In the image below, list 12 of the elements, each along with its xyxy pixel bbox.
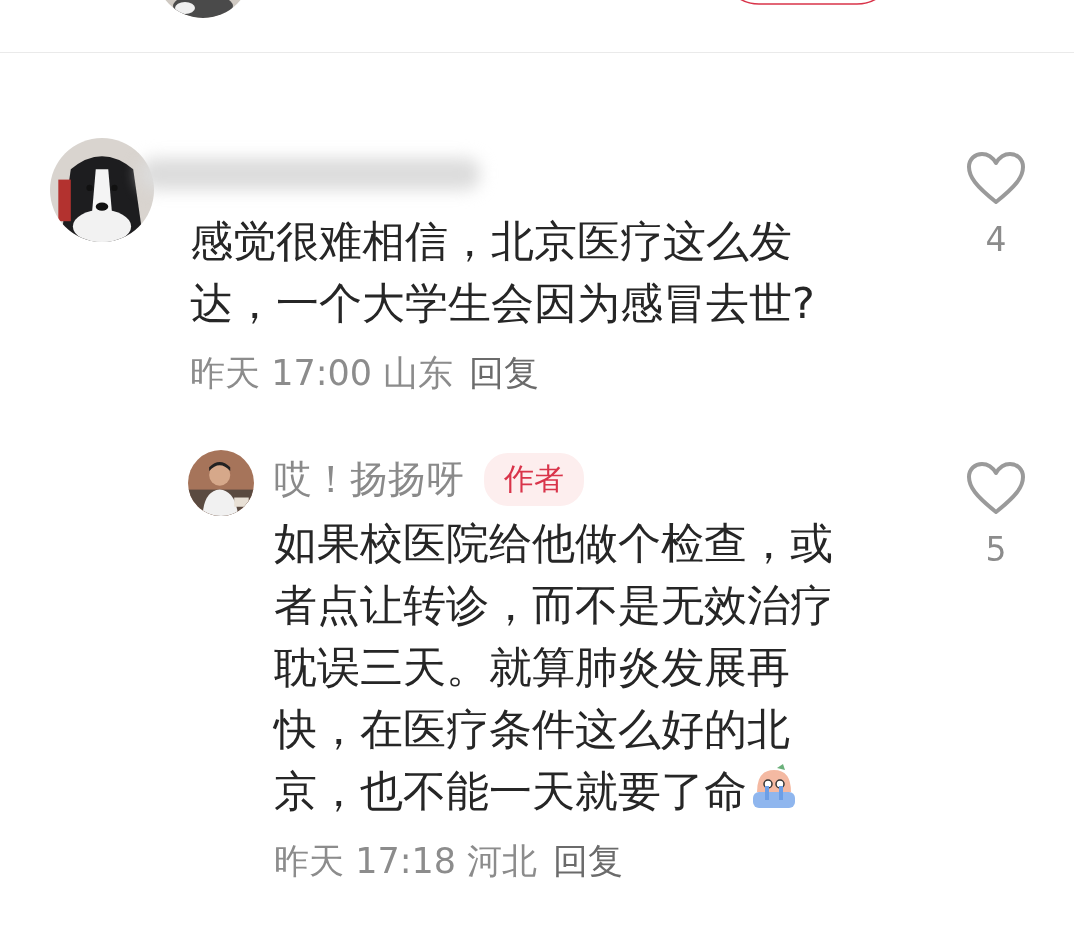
heart-icon[interactable] [966,462,1026,516]
reply-link[interactable]: 回复 [553,830,624,892]
author-badge: 作者 [484,452,584,506]
reply-link[interactable]: 回复 [469,342,540,404]
comment-meta: 昨天 17:00 山东 [190,352,454,395]
comment-text: 感觉很难相信，北京医疗这么发达，一个大学生会因为感冒去世? [190,215,815,330]
reply-meta: 昨天 17:18 河北 [274,840,538,883]
heart-icon[interactable] [966,152,1026,206]
reply-text: 如果校医院给他做个检查，或者点让转诊，而不是无效治疗耽误三天。就算肺炎发展再快，在医疗条件这么好的北京，也不能一天就要了命 [274,517,834,818]
like-count: 4 [985,220,1007,259]
author-name[interactable]: 哎！扬扬呀 [274,453,464,505]
like-count: 5 [985,530,1007,569]
